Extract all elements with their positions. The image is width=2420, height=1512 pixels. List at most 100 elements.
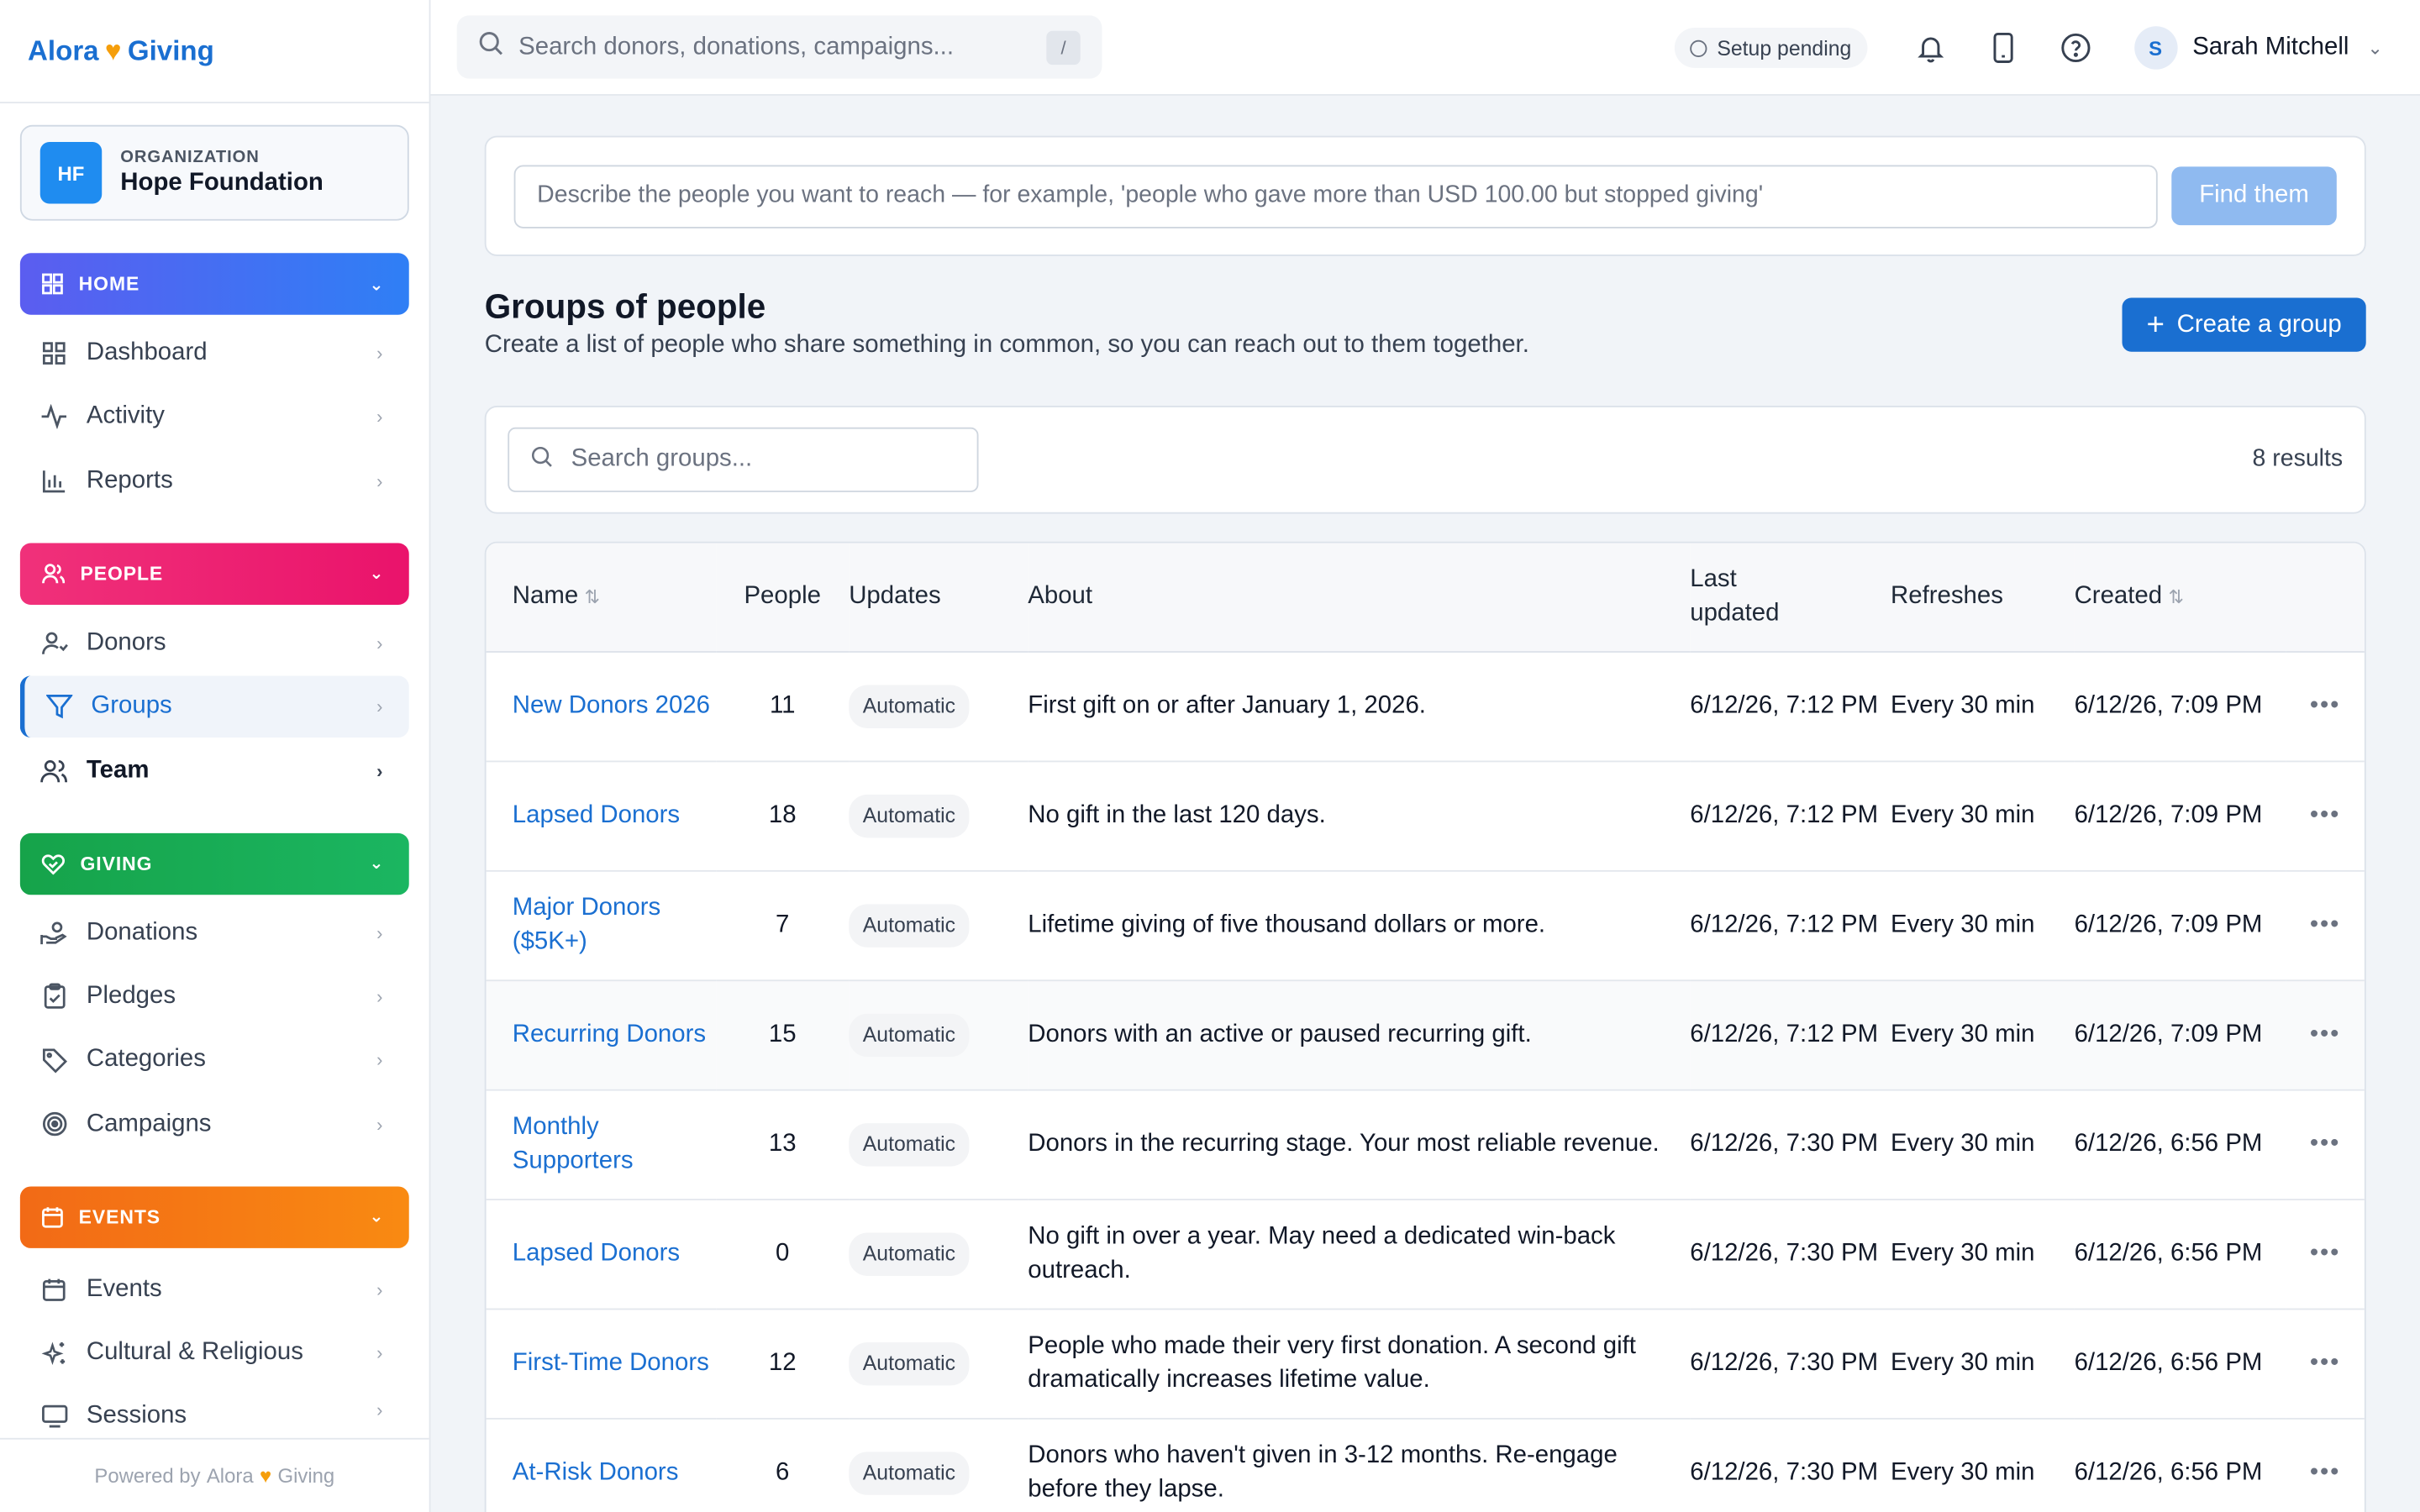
table-row[interactable]: Lapsed Donors 18 Automatic No gift in the l… [486,760,2365,871]
footer-brand-left: Alora [206,1464,254,1488]
more-options-icon[interactable]: ••• [2310,1130,2340,1156]
table-row[interactable]: New Donors 2026 11 Automatic First gift on … [486,651,2365,762]
more-options-icon[interactable]: ••• [2310,801,2340,827]
cell-created: 6/12/26, 7:09 PM [2074,760,2286,871]
sidebar-item-dashboard[interactable]: Dashboard › [20,323,409,384]
table-row[interactable]: Recurring Donors 15 Automatic Donors with a… [486,979,2365,1090]
cell-people: 15 [716,979,850,1090]
cell-updates: Automatic [849,1418,1028,1512]
group-name-link[interactable]: New Donors 2026 [513,692,710,718]
create-group-button[interactable]: + Create a group [2122,297,2366,352]
find-them-button[interactable]: Find them [2171,166,2337,226]
group-name-link[interactable]: At-Risk Donors [513,1459,679,1485]
section-giving[interactable]: GIVING ⌄ [19,832,409,895]
cell-actions: ••• [2286,651,2365,762]
column-header-updates: Updates [849,543,1028,653]
hand-coin-icon [40,919,68,947]
ai-find-input[interactable]: Describe the people you want to reach — … [513,164,2158,228]
bell-icon[interactable] [1895,33,1967,64]
org-label: ORGANIZATION [120,148,260,167]
cell-refreshes: Every 30 min [1891,760,2075,871]
more-options-icon[interactable]: ••• [2310,692,2340,718]
bar-chart-icon [40,467,68,495]
cell-name: At-Risk Donors [487,1418,717,1512]
users-icon [42,563,66,583]
table-row[interactable]: First-Time Donors 12 Automatic People who m… [486,1308,2365,1419]
ai-find-placeholder: Describe the people you want to reach — … [537,181,1764,208]
more-options-icon[interactable]: ••• [2310,1240,2340,1266]
organization-switcher[interactable]: HF ORGANIZATION Hope Foundation [19,124,409,221]
global-search-placeholder: Search donors, donations, campaigns... [518,33,955,60]
table-row[interactable]: Lapsed Donors 0 Automatic No gift in over a… [486,1199,2365,1310]
sidebar-item-events[interactable]: Events › [20,1258,409,1320]
chevron-right-icon: › [376,985,383,1008]
avatar[interactable]: S [2133,26,2177,70]
section-events[interactable]: EVENTS ⌄ [19,1185,409,1248]
chevron-down-icon[interactable]: ⌄ [2367,37,2382,59]
column-header-actions [2286,543,2365,653]
cell-people: 0 [716,1199,850,1310]
column-header-name[interactable]: Name ⇅ [486,543,717,653]
group-name-link[interactable]: Lapsed Donors [513,801,680,827]
cell-refreshes: Every 30 min [1891,869,2075,981]
group-name-link[interactable]: Major Donors ($5K+) [513,894,660,954]
sidebar-footer: Powered by Alora ♥ Giving [0,1437,429,1512]
more-options-icon[interactable]: ••• [2310,911,2340,937]
group-name-link[interactable]: First-Time Donors [513,1349,709,1375]
cell-created: 6/12/26, 7:09 PM [2074,979,2286,1090]
sidebar-item-groups[interactable]: Groups › [19,675,409,738]
sidebar-item-categories[interactable]: Categories › [20,1030,409,1091]
chevron-down-icon: ⌄ [369,1208,385,1227]
column-header-about: About [1028,543,1691,653]
table-row[interactable]: Monthly Supporters 13 Automatic Donors in t… [486,1089,2365,1200]
sidebar-item-label: Reports [86,467,173,494]
column-header-created[interactable]: Created ⇅ [2074,543,2286,653]
sidebar-item-reports[interactable]: Reports › [20,450,409,512]
column-header-people: People [716,543,850,653]
sidebar-item-donors[interactable]: Donors › [20,612,409,674]
sidebar-item-team[interactable]: Team › [20,740,409,801]
chevron-right-icon: › [376,632,383,654]
setup-status-badge[interactable]: Setup pending [1675,28,1867,68]
group-name-link[interactable]: Monthly Supporters [513,1113,634,1173]
cell-name: Major Donors ($5K+) [486,869,717,981]
cell-last-updated: 6/12/26, 7:12 PM [1690,651,1891,762]
cell-actions: ••• [2286,760,2365,871]
brand-logo[interactable]: Alora ♥ Giving [0,0,429,104]
section-people[interactable]: PEOPLE ⌄ [19,543,409,605]
more-options-icon[interactable]: ••• [2310,1349,2340,1375]
table-row[interactable]: Major Donors ($5K+) 7 Automatic Lifetime gi… [486,869,2365,981]
sidebar-item-pledges[interactable]: Pledges › [20,966,409,1027]
cell-name: First-Time Donors [486,1308,717,1419]
calendar-icon [42,1206,63,1228]
global-search-input[interactable]: Search donors, donations, campaigns... / [456,15,1102,79]
chevron-right-icon: › [376,696,383,718]
more-options-icon[interactable]: ••• [2310,1459,2340,1485]
sidebar-item-sessions[interactable]: Sessions › [20,1386,409,1436]
main-area: Search donors, donations, campaigns... /… [430,0,2420,1512]
sidebar-item-activity[interactable]: Activity › [20,386,409,448]
cell-created: 6/12/26, 6:56 PM [2074,1459,2263,1486]
groups-search-input[interactable]: Search groups... [508,427,979,492]
cell-last-updated: 6/12/26, 7:12 PM [1690,869,1891,981]
sidebar-item-campaigns[interactable]: Campaigns › [20,1094,409,1155]
cell-refreshes: Every 30 min [1891,1089,2075,1200]
brand-name-left: Alora [28,34,99,66]
group-name-link[interactable]: Recurring Donors [513,1021,706,1047]
mobile-icon[interactable] [1967,32,2039,64]
user-name[interactable]: Sarah Mitchell [2192,34,2349,61]
groups-search-placeholder: Search groups... [571,445,753,473]
setup-status-label: Setup pending [1717,36,1852,60]
chevron-right-icon: › [376,342,383,365]
section-home[interactable]: HOME ⌄ [19,253,409,315]
user-icon [40,629,68,657]
sidebar-item-donations[interactable]: Donations › [20,902,409,963]
chevron-down-icon: ⌄ [369,275,385,294]
users-icon [40,757,68,785]
sidebar-item-cultural-religious[interactable]: Cultural & Religious › [20,1322,409,1383]
table-row[interactable]: At-Risk Donors 6 Automatic Donors who haven… [487,1418,2365,1512]
more-options-icon[interactable]: ••• [2310,1021,2340,1047]
help-icon[interactable] [2039,33,2112,64]
search-icon [531,445,553,475]
group-name-link[interactable]: Lapsed Donors [513,1240,680,1266]
